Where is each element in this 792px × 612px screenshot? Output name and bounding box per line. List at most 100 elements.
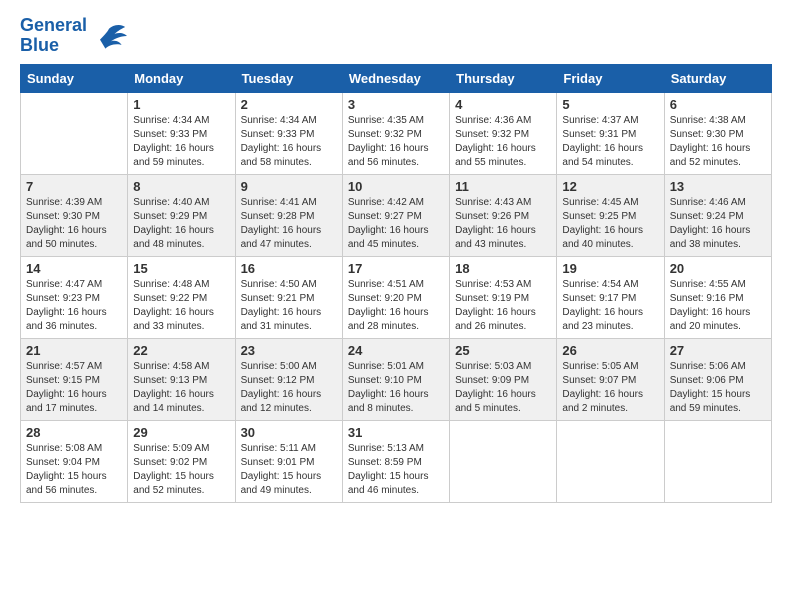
day-info: Sunrise: 4:53 AM Sunset: 9:19 PM Dayligh… (455, 278, 551, 334)
calendar-cell: 8 Sunrise: 4:40 AM Sunset: 9:29 PM Daylig… (128, 174, 235, 256)
calendar-cell: 17 Sunrise: 4:51 AM Sunset: 9:20 PM Dayli… (342, 256, 449, 338)
day-number: 12 (562, 179, 658, 194)
day-number: 14 (26, 261, 122, 276)
day-number: 5 (562, 97, 658, 112)
day-info: Sunrise: 5:05 AM Sunset: 9:07 PM Dayligh… (562, 360, 658, 416)
calendar-cell: 18 Sunrise: 4:53 AM Sunset: 9:19 PM Dayli… (450, 256, 557, 338)
day-info: Sunrise: 4:48 AM Sunset: 9:22 PM Dayligh… (133, 278, 229, 334)
day-number: 3 (348, 97, 444, 112)
calendar-cell: 13 Sunrise: 4:46 AM Sunset: 9:24 PM Dayli… (664, 174, 771, 256)
day-number: 24 (348, 343, 444, 358)
day-number: 10 (348, 179, 444, 194)
day-number: 28 (26, 425, 122, 440)
day-info: Sunrise: 4:39 AM Sunset: 9:30 PM Dayligh… (26, 196, 122, 252)
calendar-cell: 14Sunrise: 4:47 AM Sunset: 9:23 PM Dayli… (21, 256, 128, 338)
day-number: 8 (133, 179, 229, 194)
day-info: Sunrise: 5:00 AM Sunset: 9:12 PM Dayligh… (241, 360, 337, 416)
day-number: 19 (562, 261, 658, 276)
calendar-cell (664, 420, 771, 502)
day-info: Sunrise: 4:42 AM Sunset: 9:27 PM Dayligh… (348, 196, 444, 252)
day-number: 11 (455, 179, 551, 194)
day-info: Sunrise: 4:40 AM Sunset: 9:29 PM Dayligh… (133, 196, 229, 252)
day-info: Sunrise: 4:34 AM Sunset: 9:33 PM Dayligh… (241, 114, 337, 170)
day-info: Sunrise: 4:35 AM Sunset: 9:32 PM Dayligh… (348, 114, 444, 170)
calendar-cell: 10 Sunrise: 4:42 AM Sunset: 9:27 PM Dayli… (342, 174, 449, 256)
calendar-cell: 3 Sunrise: 4:35 AM Sunset: 9:32 PM Daylig… (342, 92, 449, 174)
calendar-cell: 12 Sunrise: 4:45 AM Sunset: 9:25 PM Dayli… (557, 174, 664, 256)
calendar-cell: 6 Sunrise: 4:38 AM Sunset: 9:30 PM Daylig… (664, 92, 771, 174)
calendar-table: SundayMondayTuesdayWednesdayThursdayFrid… (20, 64, 772, 503)
calendar-cell: 28 Sunrise: 5:08 AM Sunset: 9:04 PM Dayli… (21, 420, 128, 502)
calendar-cell: 16 Sunrise: 4:50 AM Sunset: 9:21 PM Dayli… (235, 256, 342, 338)
calendar-cell: 7 Sunrise: 4:39 AM Sunset: 9:30 PM Daylig… (21, 174, 128, 256)
day-info: Sunrise: 4:38 AM Sunset: 9:30 PM Dayligh… (670, 114, 766, 170)
day-info: Sunrise: 4:43 AM Sunset: 9:26 PM Dayligh… (455, 196, 551, 252)
calendar-header-row: SundayMondayTuesdayWednesdayThursdayFrid… (21, 64, 772, 92)
calendar-cell: 25 Sunrise: 5:03 AM Sunset: 9:09 PM Dayli… (450, 338, 557, 420)
calendar-cell: 21Sunrise: 4:57 AM Sunset: 9:15 PM Dayli… (21, 338, 128, 420)
day-number: 7 (26, 179, 122, 194)
calendar-cell: 19Sunrise: 4:54 AM Sunset: 9:17 PM Dayli… (557, 256, 664, 338)
calendar-cell (557, 420, 664, 502)
logo-icon (91, 21, 127, 51)
day-number: 21 (26, 343, 122, 358)
day-number: 16 (241, 261, 337, 276)
calendar-cell: 15 Sunrise: 4:48 AM Sunset: 9:22 PM Dayli… (128, 256, 235, 338)
day-number: 4 (455, 97, 551, 112)
day-number: 25 (455, 343, 551, 358)
calendar-cell: 20 Sunrise: 4:55 AM Sunset: 9:16 PM Dayli… (664, 256, 771, 338)
column-header-sunday: Sunday (21, 64, 128, 92)
day-info: Sunrise: 5:03 AM Sunset: 9:09 PM Dayligh… (455, 360, 551, 416)
calendar-cell: 1Sunrise: 4:34 AM Sunset: 9:33 PM Daylig… (128, 92, 235, 174)
day-info: Sunrise: 4:45 AM Sunset: 9:25 PM Dayligh… (562, 196, 658, 252)
day-info: Sunrise: 4:50 AM Sunset: 9:21 PM Dayligh… (241, 278, 337, 334)
day-number: 6 (670, 97, 766, 112)
column-header-tuesday: Tuesday (235, 64, 342, 92)
day-info: Sunrise: 4:34 AM Sunset: 9:33 PM Dayligh… (133, 114, 229, 170)
column-header-thursday: Thursday (450, 64, 557, 92)
calendar-week-row: 14Sunrise: 4:47 AM Sunset: 9:23 PM Dayli… (21, 256, 772, 338)
logo: GeneralBlue (20, 16, 127, 56)
calendar-cell: 24 Sunrise: 5:01 AM Sunset: 9:10 PM Dayli… (342, 338, 449, 420)
calendar-week-row: 21Sunrise: 4:57 AM Sunset: 9:15 PM Dayli… (21, 338, 772, 420)
day-number: 20 (670, 261, 766, 276)
calendar-week-row: 7 Sunrise: 4:39 AM Sunset: 9:30 PM Daylig… (21, 174, 772, 256)
day-info: Sunrise: 4:36 AM Sunset: 9:32 PM Dayligh… (455, 114, 551, 170)
day-info: Sunrise: 4:55 AM Sunset: 9:16 PM Dayligh… (670, 278, 766, 334)
column-header-monday: Monday (128, 64, 235, 92)
calendar-cell: 4 Sunrise: 4:36 AM Sunset: 9:32 PM Daylig… (450, 92, 557, 174)
column-header-wednesday: Wednesday (342, 64, 449, 92)
day-number: 27 (670, 343, 766, 358)
day-info: Sunrise: 5:11 AM Sunset: 9:01 PM Dayligh… (241, 442, 337, 498)
day-number: 17 (348, 261, 444, 276)
column-header-friday: Friday (557, 64, 664, 92)
day-number: 26 (562, 343, 658, 358)
calendar-cell: 2Sunrise: 4:34 AM Sunset: 9:33 PM Daylig… (235, 92, 342, 174)
calendar-cell: 26 Sunrise: 5:05 AM Sunset: 9:07 PM Dayli… (557, 338, 664, 420)
day-info: Sunrise: 5:08 AM Sunset: 9:04 PM Dayligh… (26, 442, 122, 498)
calendar-cell: 23 Sunrise: 5:00 AM Sunset: 9:12 PM Dayli… (235, 338, 342, 420)
calendar-cell: 22Sunrise: 4:58 AM Sunset: 9:13 PM Dayli… (128, 338, 235, 420)
day-info: Sunrise: 5:01 AM Sunset: 9:10 PM Dayligh… (348, 360, 444, 416)
calendar-week-row: 28 Sunrise: 5:08 AM Sunset: 9:04 PM Dayli… (21, 420, 772, 502)
day-number: 31 (348, 425, 444, 440)
day-number: 15 (133, 261, 229, 276)
calendar-cell: 9 Sunrise: 4:41 AM Sunset: 9:28 PM Daylig… (235, 174, 342, 256)
calendar-cell: 29Sunrise: 5:09 AM Sunset: 9:02 PM Dayli… (128, 420, 235, 502)
day-number: 18 (455, 261, 551, 276)
calendar-cell: 30 Sunrise: 5:11 AM Sunset: 9:01 PM Dayli… (235, 420, 342, 502)
calendar-cell (450, 420, 557, 502)
column-header-saturday: Saturday (664, 64, 771, 92)
day-number: 13 (670, 179, 766, 194)
day-number: 9 (241, 179, 337, 194)
day-number: 30 (241, 425, 337, 440)
day-info: Sunrise: 4:51 AM Sunset: 9:20 PM Dayligh… (348, 278, 444, 334)
day-info: Sunrise: 5:13 AM Sunset: 8:59 PM Dayligh… (348, 442, 444, 498)
calendar-week-row: 1Sunrise: 4:34 AM Sunset: 9:33 PM Daylig… (21, 92, 772, 174)
day-info: Sunrise: 4:46 AM Sunset: 9:24 PM Dayligh… (670, 196, 766, 252)
logo-text: GeneralBlue (20, 16, 87, 56)
calendar-cell: 27Sunrise: 5:06 AM Sunset: 9:06 PM Dayli… (664, 338, 771, 420)
day-info: Sunrise: 4:37 AM Sunset: 9:31 PM Dayligh… (562, 114, 658, 170)
day-info: Sunrise: 4:41 AM Sunset: 9:28 PM Dayligh… (241, 196, 337, 252)
day-number: 23 (241, 343, 337, 358)
